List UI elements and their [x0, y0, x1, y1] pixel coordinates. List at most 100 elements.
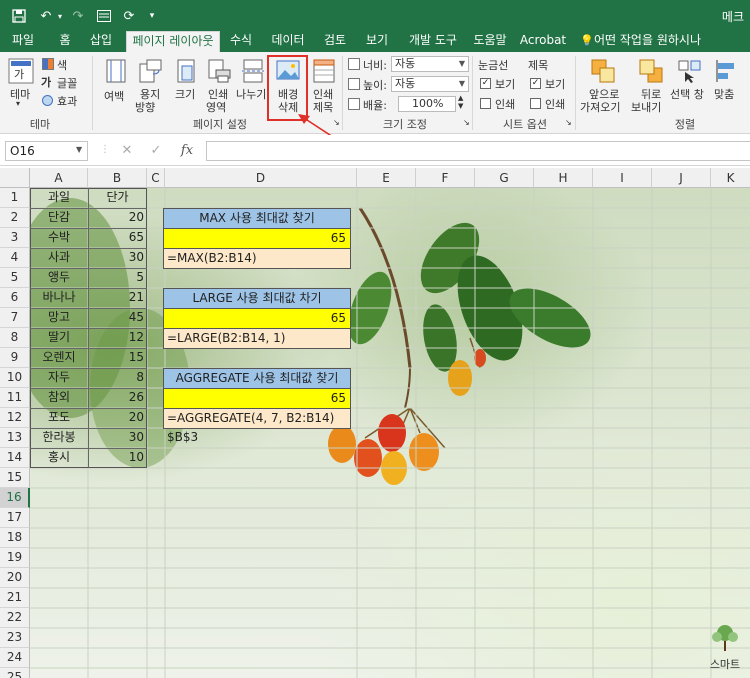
box-value[interactable]: 65 [163, 228, 351, 249]
column-header-b[interactable]: B [88, 168, 147, 188]
column-header-a[interactable]: A [30, 168, 88, 188]
row-header-16[interactable]: 16 [0, 488, 30, 508]
cell-price[interactable]: 20 [88, 208, 147, 228]
headings-print-checkbox[interactable] [530, 98, 541, 109]
save-icon[interactable] [10, 6, 28, 26]
undo-icon[interactable]: ↶ [38, 6, 54, 26]
height-select[interactable]: 자동 ▼ [391, 76, 469, 92]
tab-view[interactable]: 보기 [360, 31, 394, 52]
form-icon[interactable] [95, 6, 113, 26]
cell-price[interactable]: 8 [88, 368, 147, 388]
name-box-dropdown-icon[interactable]: ▼ [76, 145, 82, 154]
row-header-17[interactable]: 17 [0, 508, 30, 528]
cell-price[interactable]: 45 [88, 308, 147, 328]
cell-b1-header[interactable]: 단가 [88, 188, 147, 208]
row-header-5[interactable]: 5 [0, 268, 30, 288]
box-title[interactable]: AGGREGATE 사용 최대값 찾기 [163, 368, 351, 389]
row-header-24[interactable]: 24 [0, 648, 30, 668]
cell-price[interactable]: 10 [88, 448, 147, 468]
cell-fruit[interactable]: 단감 [30, 208, 88, 228]
tab-insert[interactable]: 삽입 [84, 31, 118, 52]
cell-fruit[interactable]: 딸기 [30, 328, 88, 348]
column-header-g[interactable]: G [475, 168, 534, 188]
row-header-18[interactable]: 18 [0, 528, 30, 548]
cell-price[interactable]: 30 [88, 248, 147, 268]
column-header-e[interactable]: E [357, 168, 416, 188]
row-header-1[interactable]: 1 [0, 188, 30, 208]
row-header-4[interactable]: 4 [0, 248, 30, 268]
row-header-8[interactable]: 8 [0, 328, 30, 348]
tell-me-search[interactable]: 어떤 작업을 원하시나요? [594, 31, 718, 66]
scale-spinner[interactable]: 100% [398, 96, 456, 112]
refresh-icon[interactable]: ⟳ [120, 6, 138, 26]
cell-fruit[interactable]: 자두 [30, 368, 88, 388]
scale-spinner-arrows-icon[interactable]: ▲ ▼ [458, 94, 463, 110]
column-header-j[interactable]: J [652, 168, 711, 188]
row-header-7[interactable]: 7 [0, 308, 30, 328]
column-header-i[interactable]: I [593, 168, 652, 188]
column-header-c[interactable]: C [147, 168, 165, 188]
cell-fruit[interactable]: 수박 [30, 228, 88, 248]
row-header-21[interactable]: 21 [0, 588, 30, 608]
row-header-12[interactable]: 12 [0, 408, 30, 428]
cell-price[interactable]: 5 [88, 268, 147, 288]
tab-page-layout[interactable]: 페이지 레이아웃 [126, 31, 220, 52]
cell-fruit[interactable]: 사과 [30, 248, 88, 268]
cell-price[interactable]: 65 [88, 228, 147, 248]
cell-fruit[interactable]: 홍시 [30, 448, 88, 468]
headings-view-checkbox[interactable]: ✓ [530, 78, 541, 89]
column-header-k[interactable]: K [711, 168, 750, 188]
row-header-15[interactable]: 15 [0, 468, 30, 488]
box-value[interactable]: 65 [163, 308, 351, 329]
cell-a1-header[interactable]: 과일 [30, 188, 88, 208]
row-header-23[interactable]: 23 [0, 628, 30, 648]
tab-developer[interactable]: 개발 도구 [402, 31, 464, 52]
cell-price[interactable]: 20 [88, 408, 147, 428]
row-header-22[interactable]: 22 [0, 608, 30, 628]
box-value[interactable]: 65 [163, 388, 351, 409]
column-header-d[interactable]: D [165, 168, 357, 188]
box-formula[interactable]: =MAX(B2:B14) [163, 248, 351, 269]
row-header-25[interactable]: 25 [0, 668, 30, 678]
row-header-9[interactable]: 9 [0, 348, 30, 368]
row-header-2[interactable]: 2 [0, 208, 30, 228]
cell-price[interactable]: 30 [88, 428, 147, 448]
tab-help[interactable]: 도움말 [468, 31, 512, 52]
column-header-f[interactable]: F [416, 168, 475, 188]
tab-acrobat[interactable]: Acrobat [518, 31, 568, 52]
sheet-options-dialog-launcher-icon[interactable]: ↘ [565, 118, 572, 127]
box-title[interactable]: LARGE 사용 최대값 차기 [163, 288, 351, 309]
cell-price[interactable]: 21 [88, 288, 147, 308]
row-header-11[interactable]: 11 [0, 388, 30, 408]
formula-input[interactable] [206, 141, 750, 161]
row-header-3[interactable]: 3 [0, 228, 30, 248]
cell-fruit[interactable]: 한라봉 [30, 428, 88, 448]
row-header-19[interactable]: 19 [0, 548, 30, 568]
cell-fruit[interactable]: 망고 [30, 308, 88, 328]
cell-d14[interactable]: $B$3 [167, 428, 287, 448]
cell-price[interactable]: 26 [88, 388, 147, 408]
worksheet-grid[interactable]: ABCDEFGHIJK 1 2 3 4 5 6 7 8 9 10 11 12 13 14 15 16 17 18 1… [0, 168, 750, 678]
row-header-20[interactable]: 20 [0, 568, 30, 588]
cell-fruit[interactable]: 앵두 [30, 268, 88, 288]
insert-function-button[interactable]: fx [176, 141, 198, 161]
row-header-13[interactable]: 13 [0, 428, 30, 448]
gridlines-view-checkbox[interactable]: ✓ [480, 78, 491, 89]
box-title[interactable]: MAX 사용 최대값 찾기 [163, 208, 351, 229]
undo-dropdown-icon[interactable]: ▾ [55, 6, 65, 26]
cell-fruit[interactable]: 포도 [30, 408, 88, 428]
cell-price[interactable]: 12 [88, 328, 147, 348]
select-all-corner[interactable] [0, 168, 30, 188]
cell-fruit[interactable]: 바나나 [30, 288, 88, 308]
width-select[interactable]: 자동 ▼ [391, 56, 469, 72]
tab-formulas[interactable]: 수식 [224, 31, 258, 52]
row-header-14[interactable]: 14 [0, 448, 30, 468]
row-header-10[interactable]: 10 [0, 368, 30, 388]
gridlines-print-checkbox[interactable] [480, 98, 491, 109]
column-header-h[interactable]: H [534, 168, 593, 188]
cell-price[interactable]: 15 [88, 348, 147, 368]
row-header-6[interactable]: 6 [0, 288, 30, 308]
tab-file[interactable]: 파일 [6, 31, 40, 52]
cell-fruit[interactable]: 오렌지 [30, 348, 88, 368]
tab-review[interactable]: 검토 [318, 31, 352, 52]
